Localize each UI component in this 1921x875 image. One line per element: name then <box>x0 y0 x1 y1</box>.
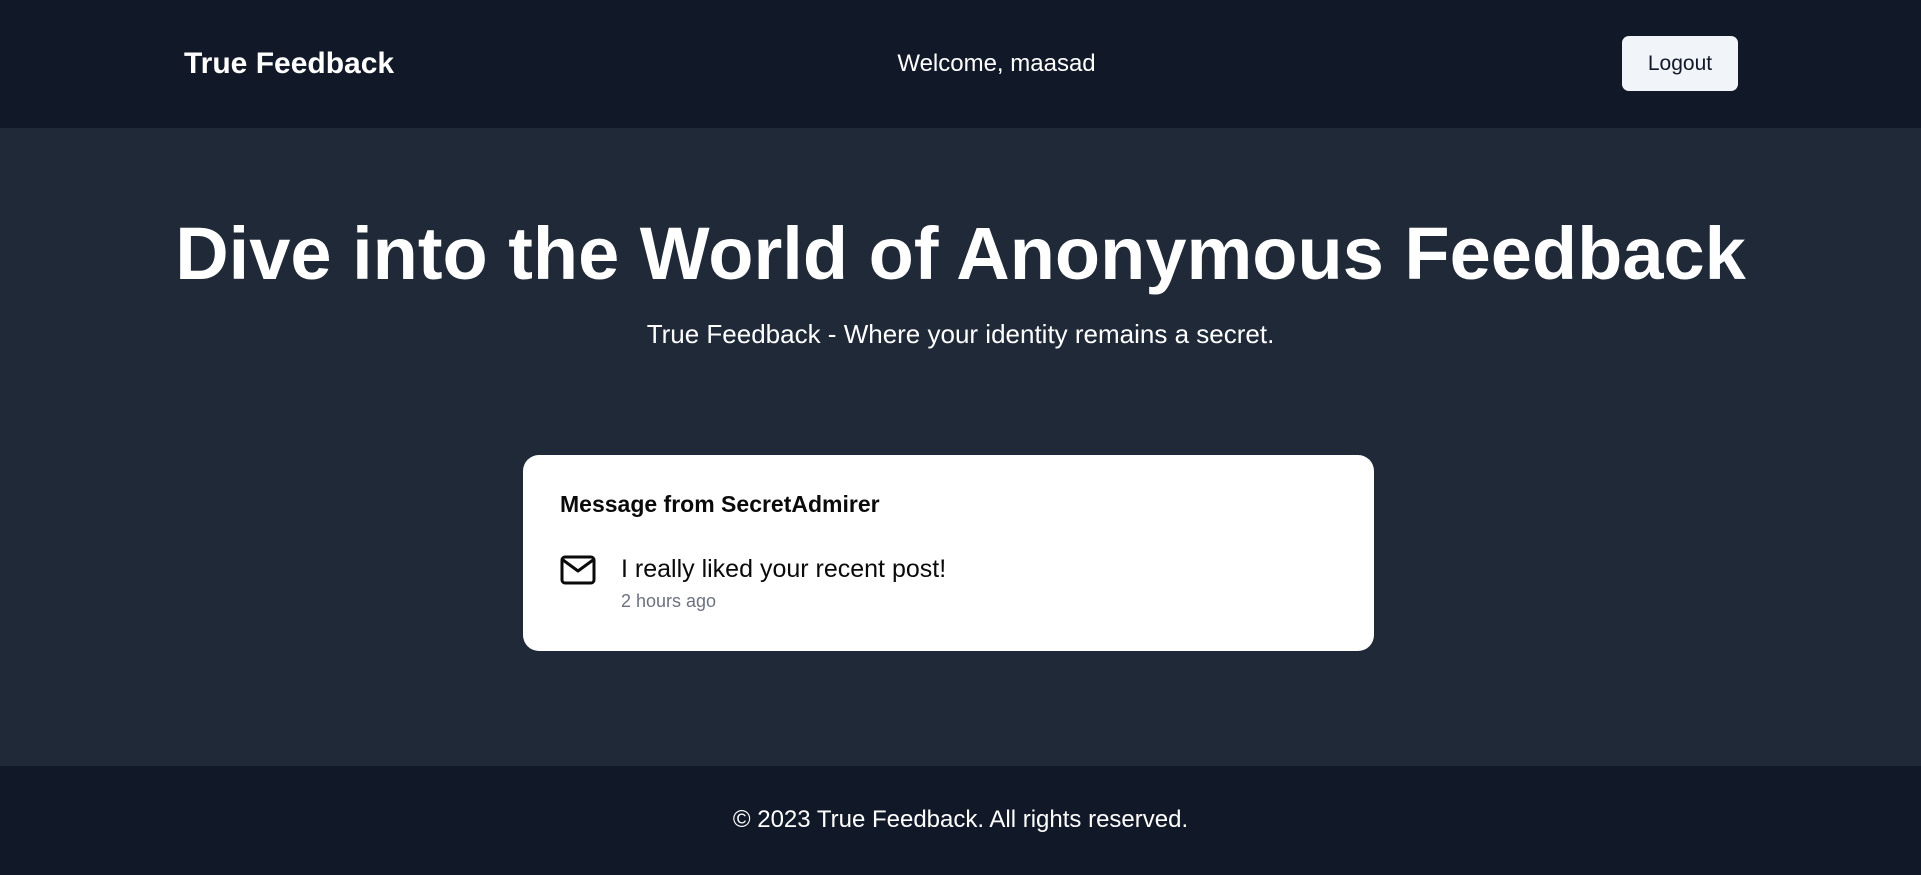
footer: © 2023 True Feedback. All rights reserve… <box>0 766 1921 875</box>
message-card-title: Message from SecretAdmirer <box>560 491 880 517</box>
page-subtitle: True Feedback - Where your identity rema… <box>646 319 1275 349</box>
logout-button[interactable]: Logout <box>1622 36 1738 91</box>
message-card[interactable]: Message from SecretAdmirer I really like… <box>523 455 1374 651</box>
main-content: Dive into the World of Anonymous Feedbac… <box>0 128 1921 766</box>
message-timestamp: 2 hours ago <box>621 591 717 611</box>
mail-icon <box>560 555 596 585</box>
navbar: True Feedback Welcome, maasad Logout <box>0 0 1921 128</box>
message-text: I really liked your recent post! <box>621 555 947 583</box>
copyright-text: © 2023 True Feedback. All rights reserve… <box>732 806 1189 833</box>
page-title: Dive into the World of Anonymous Feedbac… <box>175 212 1746 295</box>
